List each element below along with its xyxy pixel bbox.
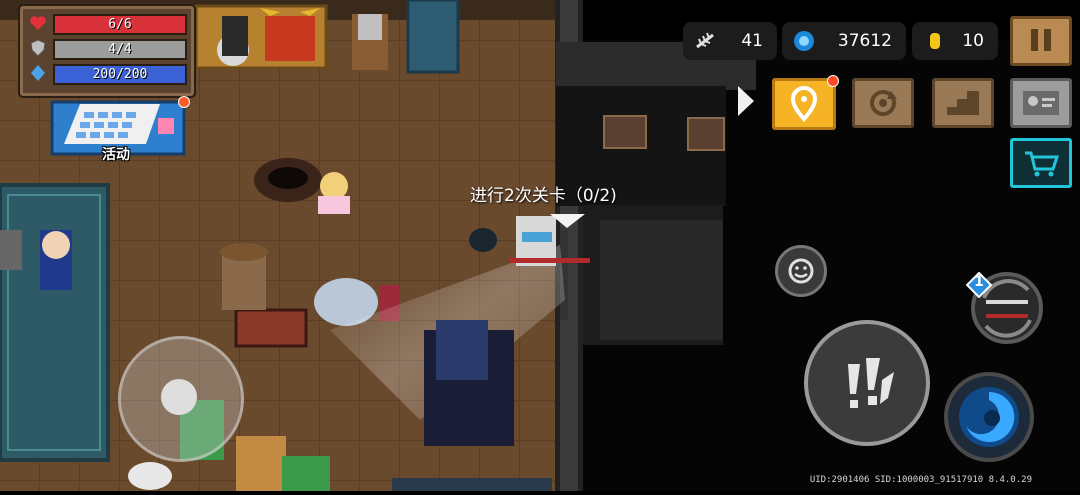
hp-bar: 6/6	[53, 14, 187, 35]
movement-joystick[interactable]	[118, 336, 244, 462]
armor-bar: 4/4	[53, 39, 187, 60]
weapon-slot-badge: 1	[965, 271, 993, 299]
stairs-icon	[947, 91, 979, 115]
shop-button[interactable]	[1010, 138, 1072, 188]
uid-text: UID:2901406 SID:1000003_91517910 8.4.0.2…	[809, 475, 1032, 485]
location-notification-dot	[827, 75, 839, 87]
gems-value: 37612	[837, 31, 892, 51]
joystick-knob[interactable]	[161, 379, 197, 415]
energy-row: 200/200	[29, 63, 187, 85]
id-card-icon	[1023, 91, 1059, 115]
gems-counter: 37612	[782, 22, 906, 60]
shopping-cart-icon	[1025, 151, 1060, 177]
materials-counter: 41	[683, 22, 777, 60]
weapon-slot-number: 1	[974, 274, 984, 290]
attack-exclamation-icon	[848, 358, 894, 408]
activity-notification-dot	[178, 96, 190, 108]
coin-icon	[930, 33, 940, 49]
materials-value: 41	[741, 31, 763, 51]
fish-bone-icon	[696, 32, 714, 49]
refresh-button[interactable]	[852, 78, 914, 128]
gem-icon	[794, 31, 814, 51]
energy-crystal-icon	[31, 65, 45, 81]
smiley-face-icon	[788, 258, 814, 284]
armor-row: 4/4	[29, 38, 187, 60]
refresh-icon	[870, 90, 897, 116]
pause-icon	[1031, 29, 1051, 51]
pause-button[interactable]	[1010, 16, 1072, 66]
heart-icon	[30, 16, 46, 30]
activity-button[interactable]: 活动	[50, 96, 190, 163]
quest-progress-text: 进行2次关卡（0/2)	[470, 186, 617, 206]
energy-bar: 200/200	[53, 64, 187, 85]
hp-row: 6/6	[29, 13, 187, 35]
skill-button[interactable]	[944, 372, 1034, 462]
stairs-button[interactable]	[932, 78, 994, 128]
coins-value: 10	[962, 31, 984, 51]
location-pin-icon	[790, 86, 818, 122]
armor-text: 4/4	[108, 42, 132, 57]
expand-arrow-icon[interactable]	[736, 84, 756, 118]
attack-button[interactable]	[804, 320, 930, 446]
shield-icon	[30, 39, 46, 57]
emote-button[interactable]	[775, 245, 827, 297]
energy-text: 200/200	[92, 67, 148, 82]
stat-panel: 6/6 4/4 200/200	[20, 6, 194, 96]
weapon-swap-button[interactable]: 1	[965, 270, 1046, 346]
swirl-skill-icon	[959, 387, 1019, 447]
location-button[interactable]	[772, 75, 839, 130]
id-card-button[interactable]	[1010, 78, 1072, 128]
hp-text: 6/6	[108, 17, 132, 32]
activity-label: 活动	[102, 147, 130, 163]
coins-counter: 10	[912, 22, 998, 60]
